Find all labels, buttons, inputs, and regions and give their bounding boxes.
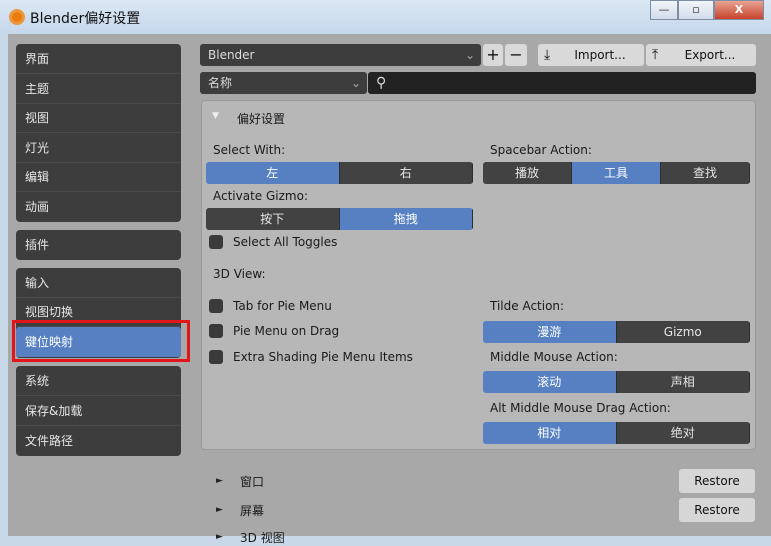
activate-gizmo-toggle: 按下 拖拽 <box>206 208 473 230</box>
alt-middle-relative[interactable]: 相对 <box>483 422 617 444</box>
sidebar-item-input[interactable]: 输入 <box>16 268 181 298</box>
section-screen[interactable]: 屏幕 <box>240 502 264 519</box>
collapsed-triangle-icon[interactable]: ► <box>216 532 223 542</box>
add-preset-button[interactable]: + <box>483 44 503 66</box>
extra-shading-label: Extra Shading Pie Menu Items <box>233 350 413 364</box>
sidebar-group-4: 系统 保存&加载 文件路径 <box>16 366 181 456</box>
section-3d-view[interactable]: 3D 视图 <box>240 529 285 546</box>
chevron-down-icon: ⌄ <box>350 76 361 90</box>
tilde-action-label: Tilde Action: <box>490 299 565 313</box>
export-label: Export... <box>684 48 736 62</box>
sidebar-item-file-paths[interactable]: 文件路径 <box>16 426 181 456</box>
sidebar-item-addons[interactable]: 插件 <box>16 230 181 260</box>
filter-type-dropdown[interactable]: 名称 ⌄ <box>200 72 367 94</box>
alt-middle-toggle: 相对 绝对 <box>483 422 750 444</box>
search-icon: ⚲ <box>376 75 387 91</box>
chevron-down-icon: ⌄ <box>464 48 475 62</box>
preset-value: Blender <box>208 48 255 62</box>
minimize-button[interactable]: — <box>650 0 678 20</box>
remove-preset-button[interactable]: − <box>505 44 527 66</box>
sidebar-item-animation[interactable]: 动画 <box>16 192 181 222</box>
select-with-label: Select With: <box>213 143 286 157</box>
title-bar: Blender偏好设置 — ▫ X <box>0 0 771 34</box>
pie-menu-drag-checkbox[interactable] <box>209 324 223 338</box>
select-with-right[interactable]: 右 <box>339 162 473 184</box>
restore-screen-button[interactable]: Restore <box>679 498 755 522</box>
highlight-box <box>12 320 190 362</box>
close-button[interactable]: X <box>714 0 764 20</box>
sidebar-item-editing[interactable]: 编辑 <box>16 162 181 192</box>
import-button[interactable]: ⤓ Import... <box>538 44 644 66</box>
spacebar-action-label: Spacebar Action: <box>490 143 592 157</box>
select-with-toggle: 左 右 <box>206 162 473 184</box>
sidebar-item-viewport[interactable]: 视图 <box>16 103 181 133</box>
tab-pie-menu-label: Tab for Pie Menu <box>233 299 332 313</box>
import-label: Import... <box>574 48 626 62</box>
select-with-left[interactable]: 左 <box>206 162 340 184</box>
collapsed-triangle-icon[interactable]: ► <box>216 505 223 515</box>
sidebar-item-lights[interactable]: 灯光 <box>16 133 181 163</box>
spacebar-tools[interactable]: 工具 <box>572 162 661 184</box>
collapsed-triangle-icon[interactable]: ► <box>216 476 223 486</box>
sidebar-item-system[interactable]: 系统 <box>16 366 181 396</box>
middle-mouse-toggle: 滚动 声相 <box>483 371 750 393</box>
keymap-preset-dropdown[interactable]: Blender ⌄ <box>200 44 481 66</box>
middle-pan[interactable]: 声相 <box>616 371 750 393</box>
middle-mouse-label: Middle Mouse Action: <box>490 350 618 364</box>
sidebar-group-1: 界面 主题 视图 灯光 编辑 动画 <box>16 44 181 222</box>
sidebar-group-2: 插件 <box>16 230 181 260</box>
select-all-toggles-label: Select All Toggles <box>233 235 338 249</box>
spacebar-search[interactable]: 查找 <box>661 162 750 184</box>
tilde-gizmo[interactable]: Gizmo <box>616 321 750 343</box>
spacebar-play[interactable]: 播放 <box>483 162 572 184</box>
blender-logo-icon <box>9 9 25 25</box>
middle-orbit[interactable]: 滚动 <box>483 371 617 393</box>
tilde-navigate[interactable]: 漫游 <box>483 321 617 343</box>
spacebar-action-toggle: 播放 工具 查找 <box>483 162 750 184</box>
pie-menu-drag-label: Pie Menu on Drag <box>233 324 340 338</box>
restore-window-button[interactable]: Restore <box>679 469 755 493</box>
alt-middle-label: Alt Middle Mouse Drag Action: <box>490 401 671 415</box>
tab-pie-menu-checkbox[interactable] <box>209 299 223 313</box>
activate-gizmo-label: Activate Gizmo: <box>213 189 308 203</box>
alt-middle-absolute[interactable]: 绝对 <box>616 422 750 444</box>
maximize-button[interactable]: ▫ <box>678 0 714 20</box>
filter-value: 名称 <box>208 76 233 90</box>
export-button[interactable]: ⤒ Export... <box>646 44 756 66</box>
gizmo-drag[interactable]: 拖拽 <box>339 208 473 230</box>
sidebar-item-interface[interactable]: 界面 <box>16 44 181 74</box>
sidebar-item-save-load[interactable]: 保存&加载 <box>16 396 181 426</box>
select-all-toggles-checkbox[interactable] <box>209 235 223 249</box>
sidebar-item-themes[interactable]: 主题 <box>16 74 181 104</box>
export-icon: ⤒ <box>652 47 659 63</box>
gizmo-press[interactable]: 按下 <box>206 208 340 230</box>
expand-triangle-icon[interactable]: ▼ <box>212 111 219 121</box>
extra-shading-checkbox[interactable] <box>209 350 223 364</box>
3d-view-label: 3D View: <box>213 267 266 281</box>
section-window[interactable]: 窗口 <box>240 473 264 490</box>
import-icon: ⤓ <box>544 47 551 63</box>
window-title: Blender偏好设置 <box>30 11 141 27</box>
search-input[interactable]: ⚲ <box>368 72 756 94</box>
tilde-action-toggle: 漫游 Gizmo <box>483 321 750 343</box>
panel-title: 偏好设置 <box>237 112 286 126</box>
